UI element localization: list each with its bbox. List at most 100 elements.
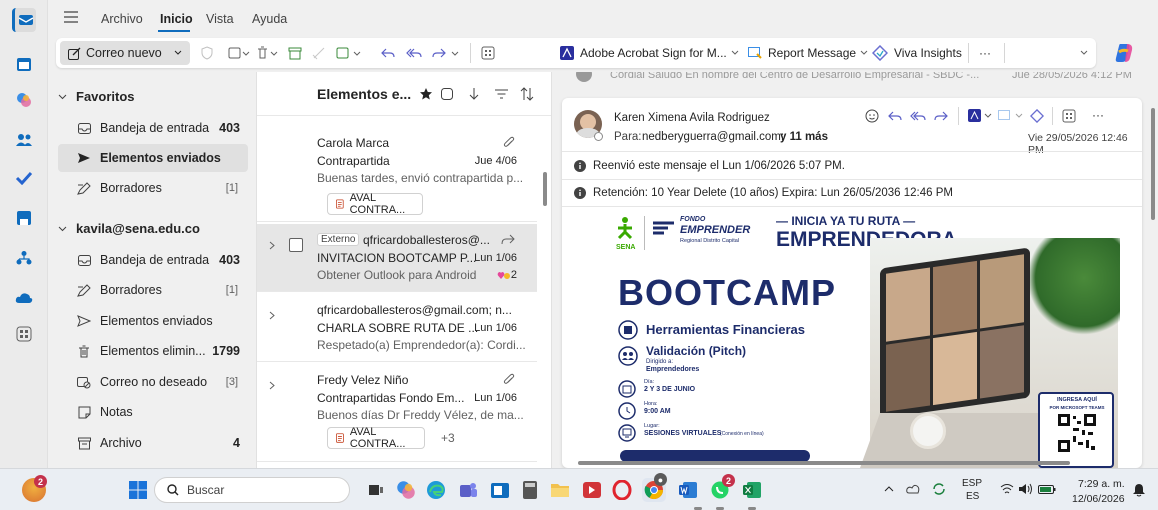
folder-fav-inbox[interactable]: Bandeja de entrada 403 xyxy=(58,114,248,142)
hamburger-menu-icon[interactable] xyxy=(64,11,78,26)
select-checkbox[interactable] xyxy=(289,238,303,252)
tab-archivo[interactable]: Archivo xyxy=(101,12,143,26)
reaction-badge[interactable]: 2 xyxy=(497,269,517,281)
notifications-icon[interactable] xyxy=(1132,483,1146,497)
outlook-taskbar-icon[interactable] xyxy=(488,478,512,502)
more-options-button[interactable]: ··· xyxy=(968,43,991,63)
folder-sent[interactable]: Elementos enviados xyxy=(58,307,248,335)
jump-down-icon[interactable] xyxy=(469,87,479,101)
star-icon[interactable] xyxy=(419,87,433,101)
reply-all-icon[interactable] xyxy=(910,110,926,122)
favorites-header[interactable]: Favoritos xyxy=(58,89,135,104)
folder-fav-drafts[interactable]: Borradores [1] xyxy=(58,174,248,202)
adobe-sign-button[interactable]: Adobe Acrobat Sign for M... xyxy=(560,43,739,63)
list-item-selected[interactable]: Externo qfricardoballesteros@... INVITAC… xyxy=(257,224,537,292)
attachment-chip[interactable]: AVAL CONTRA... xyxy=(327,426,425,450)
rules-icon[interactable] xyxy=(336,43,362,63)
app-red-icon[interactable] xyxy=(580,478,604,502)
sensitivity-icon[interactable] xyxy=(201,43,213,63)
scrollbar-thumb[interactable] xyxy=(1151,108,1155,220)
select-mode-icon[interactable] xyxy=(441,87,454,100)
reply-icon[interactable] xyxy=(888,110,902,122)
forward-icon[interactable] xyxy=(934,110,948,122)
sweep-icon[interactable] xyxy=(312,43,326,63)
save-app-icon[interactable] xyxy=(12,206,36,230)
reply-icon[interactable] xyxy=(381,43,395,63)
chevron-right-icon[interactable] xyxy=(269,241,275,250)
cloud-tray-icon[interactable] xyxy=(906,483,920,495)
opera-icon[interactable] xyxy=(610,478,634,502)
previous-message-snippet[interactable]: Cordial Saludo En nombre del Centro de D… xyxy=(610,72,979,81)
viva-icon[interactable] xyxy=(1030,109,1044,123)
calculator-icon[interactable] xyxy=(518,478,542,502)
adobe-icon[interactable] xyxy=(968,109,992,123)
forward-icon[interactable] xyxy=(432,43,460,63)
report-message-button[interactable]: Report Message xyxy=(748,43,868,63)
people-app-icon[interactable] xyxy=(12,128,36,152)
more-actions-icon[interactable]: ··· xyxy=(1092,108,1104,122)
more-apps-icon[interactable] xyxy=(12,322,36,346)
word-icon[interactable] xyxy=(676,478,700,502)
reply-all-icon[interactable] xyxy=(406,43,422,63)
attachment-chip[interactable]: AVAL CONTRA... xyxy=(327,192,423,216)
folder-deleted[interactable]: Elementos elimin... 1799 xyxy=(58,337,248,365)
archive-icon[interactable] xyxy=(288,43,302,63)
more-recipients[interactable]: y 11 más xyxy=(780,131,828,143)
filter-icon[interactable] xyxy=(495,89,509,99)
more-attachments[interactable]: +3 xyxy=(441,431,455,445)
edge-browser-icon[interactable] xyxy=(424,478,448,502)
list-item[interactable]: Carola Marca Contrapartida Jue 4/06 Buen… xyxy=(257,124,537,222)
taskbar-search-box[interactable]: Buscar xyxy=(154,477,350,503)
teams-icon[interactable] xyxy=(456,478,480,502)
tab-ayuda[interactable]: Ayuda xyxy=(252,12,287,26)
folder-archive[interactable]: Archivo 4 xyxy=(58,429,248,457)
copilot-icon[interactable] xyxy=(1108,38,1140,68)
onedrive-icon[interactable] xyxy=(12,286,36,310)
sender-name[interactable]: Karen Ximena Avila Rodriguez xyxy=(614,112,770,124)
battery-icon[interactable] xyxy=(1038,483,1056,495)
scrollbar-thumb[interactable] xyxy=(543,172,547,206)
scrollbar-thumb[interactable] xyxy=(578,461,1070,465)
move-icon[interactable] xyxy=(228,43,250,63)
folder-notes[interactable]: Notas xyxy=(58,398,248,426)
apps-icon[interactable] xyxy=(1062,109,1076,123)
calendar-app-icon[interactable] xyxy=(12,52,36,76)
task-view-icon[interactable] xyxy=(364,478,388,502)
folder-junk[interactable]: Correo no deseado [3] xyxy=(58,368,248,396)
delete-icon[interactable] xyxy=(256,43,278,63)
org-explorer-icon[interactable] xyxy=(12,246,36,270)
viva-insights-button[interactable]: Viva Insights xyxy=(872,43,962,63)
sync-tray-icon[interactable] xyxy=(932,482,946,496)
language-secondary[interactable]: ES xyxy=(966,491,979,502)
account-header[interactable]: kavila@sena.edu.co xyxy=(58,221,200,236)
new-mail-button[interactable]: Correo nuevo xyxy=(60,41,190,65)
copilot-taskbar-icon[interactable] xyxy=(394,478,418,502)
todo-app-icon[interactable] xyxy=(12,166,36,190)
volume-icon[interactable] xyxy=(1018,483,1034,495)
copilot-app-icon[interactable] xyxy=(12,88,36,112)
folder-inbox[interactable]: Bandeja de entrada 403 xyxy=(58,246,248,274)
list-scrollbar[interactable] xyxy=(541,122,549,462)
clock-time[interactable]: 7:29 a. m. xyxy=(1078,478,1125,490)
wifi-icon[interactable] xyxy=(1000,483,1014,495)
sort-icon[interactable] xyxy=(520,86,534,101)
list-item[interactable]: qfricardoballesteros@gmail.com; n... CHA… xyxy=(257,294,537,362)
ribbon-expand-chevron-icon[interactable] xyxy=(1080,43,1088,63)
folder-drafts[interactable]: Borradores [1] xyxy=(58,276,248,304)
horizontal-scrollbar[interactable] xyxy=(572,460,1148,466)
chevron-right-icon[interactable] xyxy=(269,381,275,390)
clock-date[interactable]: 12/06/2026 xyxy=(1072,493,1125,505)
report-icon[interactable] xyxy=(998,110,1024,122)
to-recipients[interactable]: nedberyguerra@gmail.com; xyxy=(642,131,784,143)
file-explorer-icon[interactable] xyxy=(548,478,572,502)
chevron-down-icon[interactable] xyxy=(174,50,182,56)
tab-inicio[interactable]: Inicio xyxy=(160,12,193,26)
apps-icon[interactable] xyxy=(470,43,495,63)
tray-overflow-chevron-icon[interactable] xyxy=(884,485,894,492)
excel-icon[interactable] xyxy=(740,478,764,502)
language-primary[interactable]: ESP xyxy=(962,478,982,489)
chevron-right-icon[interactable] xyxy=(269,311,275,320)
windows-start-icon[interactable] xyxy=(126,478,150,502)
teams-qr-box[interactable]: INGRESA AQUÍ POR MICROSOFT TEAMS xyxy=(1038,392,1114,468)
list-item[interactable]: Fredy Velez Niño Contrapartidas Fondo Em… xyxy=(257,364,537,462)
